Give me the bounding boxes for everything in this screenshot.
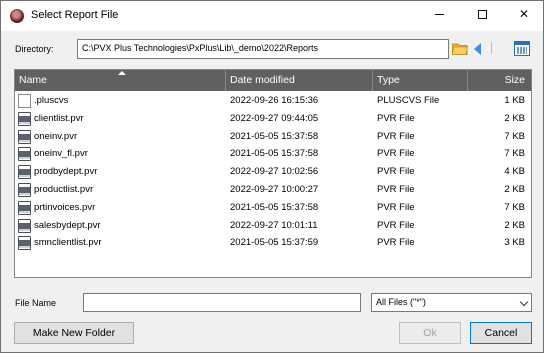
file-name: smnclientlist.pvr <box>34 237 102 249</box>
file-row[interactable]: smnclientlist.pvr 2021-05-05 15:37:59 PV… <box>15 234 531 252</box>
app-icon <box>10 9 24 23</box>
column-header-size[interactable]: Size <box>468 70 531 91</box>
directory-input[interactable]: C:\PVX Plus Technologies\PxPlus\Lib\_dem… <box>77 39 449 59</box>
file-date: 2021-05-05 15:37:58 <box>230 201 319 213</box>
file-type: PVR File <box>377 130 415 142</box>
file-type: PVR File <box>377 112 415 124</box>
file-name: productlist.pvr <box>34 183 94 195</box>
title-bar[interactable]: Select Report File ✕ <box>1 1 543 31</box>
printer-icon <box>18 147 31 162</box>
maximize-button[interactable] <box>463 1 501 29</box>
file-list[interactable]: Name Date modified Type Size .pluscvs 20… <box>14 69 532 278</box>
file-name: prodbydept.pvr <box>34 166 98 178</box>
file-date: 2022-09-27 10:02:56 <box>230 166 319 178</box>
file-size: 2 KB <box>504 183 525 195</box>
file-type: PLUSCVS File <box>377 95 440 106</box>
file-row[interactable]: productlist.pvr 2022-09-27 10:00:27 PVR … <box>15 181 531 199</box>
directory-label: Directory: <box>15 44 54 54</box>
file-row[interactable]: .pluscvs 2022-09-26 16:15:36 PLUSCVS Fil… <box>15 92 531 110</box>
file-type-filter-select[interactable]: All Files ("*") <box>371 293 532 312</box>
open-folder-icon[interactable] <box>452 42 468 55</box>
printer-icon <box>18 200 31 215</box>
file-type: PVR File <box>377 166 415 178</box>
file-name: .pluscvs <box>34 95 69 106</box>
file-rows: .pluscvs 2022-09-26 16:15:36 PLUSCVS Fil… <box>15 92 531 252</box>
file-date: 2022-09-27 09:44:05 <box>230 112 319 124</box>
chevron-down-icon <box>519 297 529 307</box>
printer-icon <box>18 236 31 251</box>
file-name: oneinv.pvr <box>34 130 78 142</box>
file-type: PVR File <box>377 237 415 249</box>
column-header-date-modified[interactable]: Date modified <box>226 70 373 91</box>
column-header-type[interactable]: Type <box>373 70 468 91</box>
file-type: PVR File <box>377 183 415 195</box>
file-type: PVR File <box>377 201 415 213</box>
file-row[interactable]: oneinv_fl.pvr 2021-05-05 15:37:58 PVR Fi… <box>15 145 531 163</box>
window-title: Select Report File <box>31 9 119 21</box>
maximize-icon <box>477 10 487 20</box>
file-date: 2022-09-26 16:15:36 <box>230 95 319 106</box>
file-date: 2021-05-05 15:37:58 <box>230 148 319 160</box>
printer-icon <box>18 165 31 180</box>
toolbar-separator <box>491 42 492 54</box>
file-size: 2 KB <box>504 219 525 231</box>
file-size: 1 KB <box>504 95 525 106</box>
file-name-input[interactable] <box>83 293 361 312</box>
file-name: salesbydept.pvr <box>34 219 101 231</box>
document-icon <box>18 94 31 108</box>
file-name-label: File Name <box>15 298 57 308</box>
printer-icon <box>18 218 31 233</box>
file-name: oneinv_fl.pvr <box>34 148 88 160</box>
column-header-name[interactable]: Name <box>15 70 226 91</box>
back-arrow-icon[interactable] <box>474 43 481 55</box>
printer-icon <box>18 129 31 144</box>
file-size: 7 KB <box>504 130 525 142</box>
file-name: prtinvoices.pvr <box>34 201 96 213</box>
make-new-folder-button[interactable]: Make New Folder <box>14 322 134 344</box>
file-size: 4 KB <box>504 166 525 178</box>
file-row[interactable]: prtinvoices.pvr 2021-05-05 15:37:58 PVR … <box>15 199 531 217</box>
select-report-file-dialog: Select Report File ✕ Directory: C:\PVX P… <box>0 0 544 353</box>
file-row[interactable]: oneinv.pvr 2021-05-05 15:37:58 PVR File … <box>15 128 531 146</box>
filter-selected-value: All Files ("*") <box>376 297 426 307</box>
close-button[interactable]: ✕ <box>505 1 543 29</box>
details-view-icon[interactable] <box>514 41 530 56</box>
cancel-button[interactable]: Cancel <box>470 322 532 344</box>
file-date: 2021-05-05 15:37:58 <box>230 130 319 142</box>
file-name: clientlist.pvr <box>34 112 84 124</box>
ok-button[interactable]: Ok <box>399 322 461 344</box>
close-icon: ✕ <box>518 7 530 21</box>
minimize-button[interactable] <box>420 1 458 29</box>
list-header: Name Date modified Type Size <box>15 70 531 91</box>
printer-icon <box>18 182 31 197</box>
file-row[interactable]: salesbydept.pvr 2022-09-27 10:01:11 PVR … <box>15 217 531 235</box>
minimize-icon <box>434 14 444 16</box>
file-date: 2022-09-27 10:00:27 <box>230 183 319 195</box>
file-type: PVR File <box>377 219 415 231</box>
file-size: 7 KB <box>504 201 525 213</box>
file-size: 3 KB <box>504 237 525 249</box>
printer-icon <box>18 111 31 126</box>
file-size: 7 KB <box>504 148 525 160</box>
file-date: 2021-05-05 15:37:59 <box>230 237 319 249</box>
file-type: PVR File <box>377 148 415 160</box>
file-size: 2 KB <box>504 112 525 124</box>
file-row[interactable]: prodbydept.pvr 2022-09-27 10:02:56 PVR F… <box>15 163 531 181</box>
file-date: 2022-09-27 10:01:11 <box>230 219 318 231</box>
file-row[interactable]: clientlist.pvr 2022-09-27 09:44:05 PVR F… <box>15 110 531 128</box>
